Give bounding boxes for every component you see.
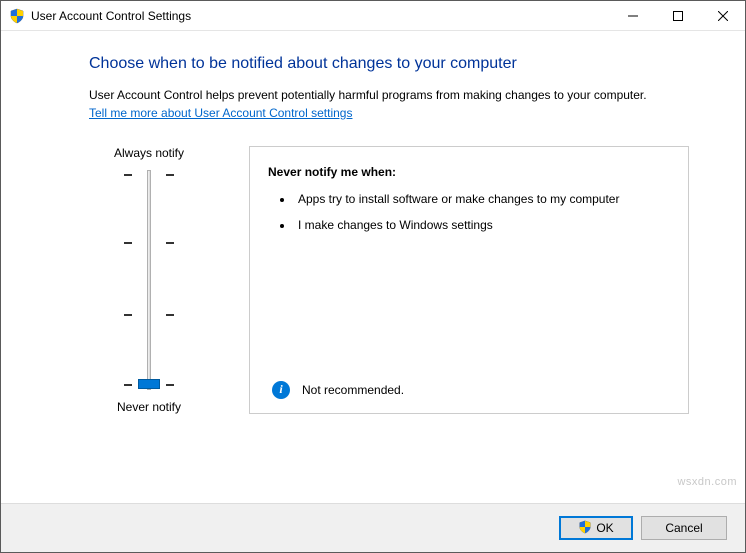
main-row: Always notify Never notify Never notify … xyxy=(89,146,689,414)
recommendation-text: Not recommended. xyxy=(302,383,404,397)
window-controls xyxy=(610,1,745,30)
button-bar: OK Cancel xyxy=(1,503,745,552)
slider-label-bottom: Never notify xyxy=(117,400,181,414)
cancel-button-label: Cancel xyxy=(665,521,702,535)
shield-icon xyxy=(578,520,592,537)
window-title: User Account Control Settings xyxy=(31,9,191,23)
slider-column: Always notify Never notify xyxy=(89,146,209,414)
page-heading: Choose when to be notified about changes… xyxy=(89,55,689,73)
content-area: Choose when to be notified about changes… xyxy=(1,31,745,503)
slider-label-top: Always notify xyxy=(114,146,184,160)
slider-track xyxy=(147,170,151,390)
minimize-button[interactable] xyxy=(610,1,655,30)
info-list-item: Apps try to install software or make cha… xyxy=(294,191,670,207)
cancel-button[interactable]: Cancel xyxy=(641,516,727,540)
maximize-button[interactable] xyxy=(655,1,700,30)
page-description: User Account Control helps prevent poten… xyxy=(89,87,689,104)
title-bar: User Account Control Settings xyxy=(1,1,745,31)
slider-thumb[interactable] xyxy=(138,379,160,389)
notification-slider[interactable] xyxy=(124,170,174,390)
info-heading: Never notify me when: xyxy=(268,165,670,179)
shield-icon xyxy=(9,8,25,24)
info-footer: i Not recommended. xyxy=(268,381,670,399)
info-icon: i xyxy=(272,381,290,399)
info-list-item: I make changes to Windows settings xyxy=(294,217,670,233)
info-list: Apps try to install software or make cha… xyxy=(268,191,670,243)
ok-button-label: OK xyxy=(596,521,613,535)
close-button[interactable] xyxy=(700,1,745,30)
learn-more-link[interactable]: Tell me more about User Account Control … xyxy=(89,106,689,120)
info-panel: Never notify me when: Apps try to instal… xyxy=(249,146,689,414)
ok-button[interactable]: OK xyxy=(559,516,633,540)
